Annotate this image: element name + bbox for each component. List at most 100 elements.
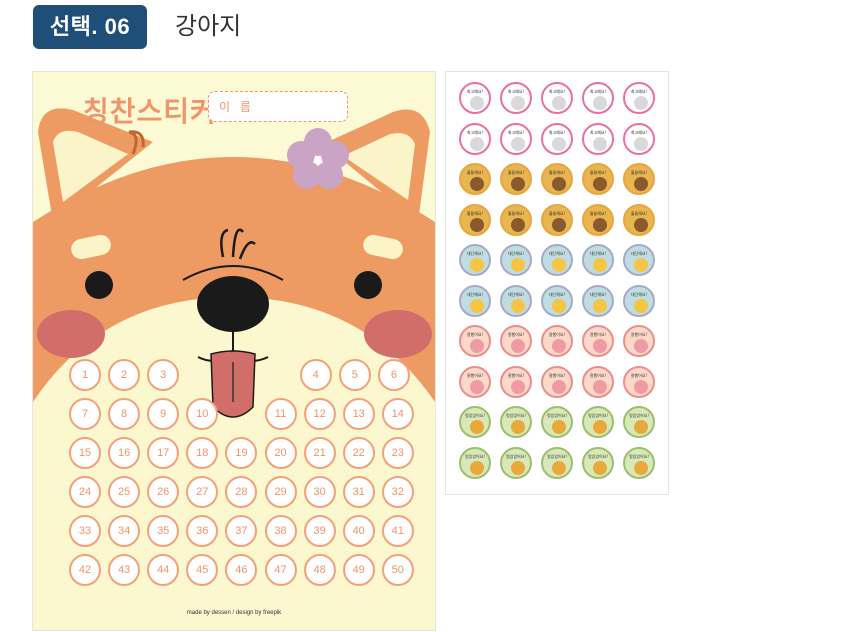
sticker-slot: 15 [69,437,101,469]
sticker-label: 멋있었어요! [546,453,567,459]
bear-icon [634,217,648,232]
sticker-slot: 23 [381,437,414,469]
sticker-slot: 44 [147,554,180,586]
lion-icon [593,460,607,475]
sticker-lion: 멋있었어요! [582,406,614,438]
sticker-slot: 32 [381,476,414,508]
lion-icon [511,460,525,475]
sticker-bear: 훌륭해요! [541,203,573,236]
sticker-slot: 7 [69,398,101,430]
sticker-label: 최고예요! [589,89,607,94]
sticker-pig: 잘했어요! [541,325,573,357]
lion-icon [511,420,525,434]
sticker-label: 멋있었어요! [587,453,608,459]
sticker-sheep: 최고예요! [582,82,614,114]
sticker-slot: 17 [147,437,180,469]
sticker-bear: 훌륭해요! [582,163,614,195]
chick-icon [634,298,648,313]
sticker-bear: 훌륭해요! [459,203,491,236]
pig-icon [511,339,525,353]
sticker-label: 훌륭해요! [589,210,607,216]
sheep-icon [552,96,566,110]
sticker-label: 최고예요! [630,89,648,94]
sheep-icon [593,136,607,151]
sheep-icon [470,96,484,110]
sticker-slot: 6 [377,359,410,391]
sticker-label: 멋있었어요! [587,413,608,418]
credit-text: made by dessen / design by freepik [186,610,282,616]
sticker-label: 훌륭해요! [630,170,648,175]
sticker-slot: 22 [342,437,375,469]
sheep-icon [634,96,648,110]
sticker-sheep: 최고예요! [459,82,491,114]
lion-icon [634,460,648,475]
bear-icon [470,177,484,191]
sticker-pig: 잘했어요! [582,365,614,398]
sticker-label: 최고예요! [548,129,566,135]
sticker-label: 훌륭해요! [466,210,484,216]
sticker-sheep: 최고예요! [459,122,491,155]
pig-icon [634,379,648,394]
sticker-lion: 멋있었어요! [459,446,491,479]
sticker-bear: 훌륭해요! [500,163,532,195]
sticker-label: 대단해요! [589,251,607,256]
sticker-sheep: 최고예요! [500,122,532,155]
sticker-sheep: 최고예요! [623,82,655,114]
bear-icon [634,177,648,191]
sticker-label: 잘했어요! [507,332,525,337]
sticker-lion: 멋있었어요! [459,406,491,438]
sticker-slot: 50 [381,554,414,586]
lion-icon [593,420,607,434]
sticker-sheep: 최고예요! [541,122,573,155]
sticker-slot: 16 [108,437,141,469]
sticker-slot: 2 [108,359,141,391]
sticker-bear: 훌륭해요! [541,163,573,195]
sticker-pig: 잘했어요! [623,365,655,398]
sticker-lion: 멋있었어요! [541,446,573,479]
sticker-label: 대단해요! [507,291,525,297]
sticker-label: 최고예요! [630,129,648,135]
sticker-slot: 24 [69,476,101,508]
pig-icon [552,339,566,353]
bear-icon [511,177,525,191]
sticker-label: 대단해요! [589,291,607,297]
sticker-lion: 멋있었어요! [623,406,655,438]
sticker-slot: 31 [342,476,375,508]
pig-icon [511,379,525,394]
sticker-slot: 14 [381,398,414,430]
sticker-pig: 잘했어요! [500,325,532,357]
sheep-icon [634,136,648,151]
name-field[interactable]: 이 름 [208,91,348,122]
sticker-label: 훌륭해요! [466,170,484,175]
sticker-label: 대단해요! [548,291,566,297]
sticker-sheep: 최고예요! [623,122,655,155]
chick-icon [470,298,484,313]
sticker-chick: 대단해요! [582,244,614,276]
pig-icon [593,379,607,394]
sticker-slot: 48 [303,554,336,586]
sticker-label: 최고예요! [466,129,484,135]
praise-sticker-poster: 칭찬스티커 이 름 1 2 3 4 5 6 7 8 9 10 11 12 13 14 15 16 17 18 19 2… [32,71,436,631]
sticker-bear: 훌륭해요! [500,203,532,236]
sheep-icon [593,96,607,110]
sticker-label: 멋있었어요! [505,453,526,459]
sticker-chick: 대단해요! [500,244,532,276]
sheep-icon [552,136,566,151]
sticker-label: 최고예요! [507,129,525,135]
sticker-label: 잘했어요! [630,332,648,337]
sticker-chick: 대단해요! [541,244,573,276]
sticker-slot: 29 [264,476,297,508]
bear-icon [593,217,607,232]
sticker-slot: 38 [264,515,297,547]
sticker-label: 잘했어요! [548,332,566,337]
sticker-sheet: 최고예요! 최고예요! 최고예요! 최고예요! 최고예요! 최고예요! 최고예요! 최고예요!… [445,71,669,495]
chick-icon [511,258,525,272]
sticker-slot: 5 [338,359,371,391]
bear-icon [593,177,607,191]
sticker-slot: 4 [299,359,332,391]
sticker-label: 잘했어요! [589,372,607,378]
bear-icon [552,177,566,191]
sticker-label: 대단해요! [630,291,648,297]
sticker-label: 훌륭해요! [507,210,525,216]
chick-icon [634,258,648,272]
